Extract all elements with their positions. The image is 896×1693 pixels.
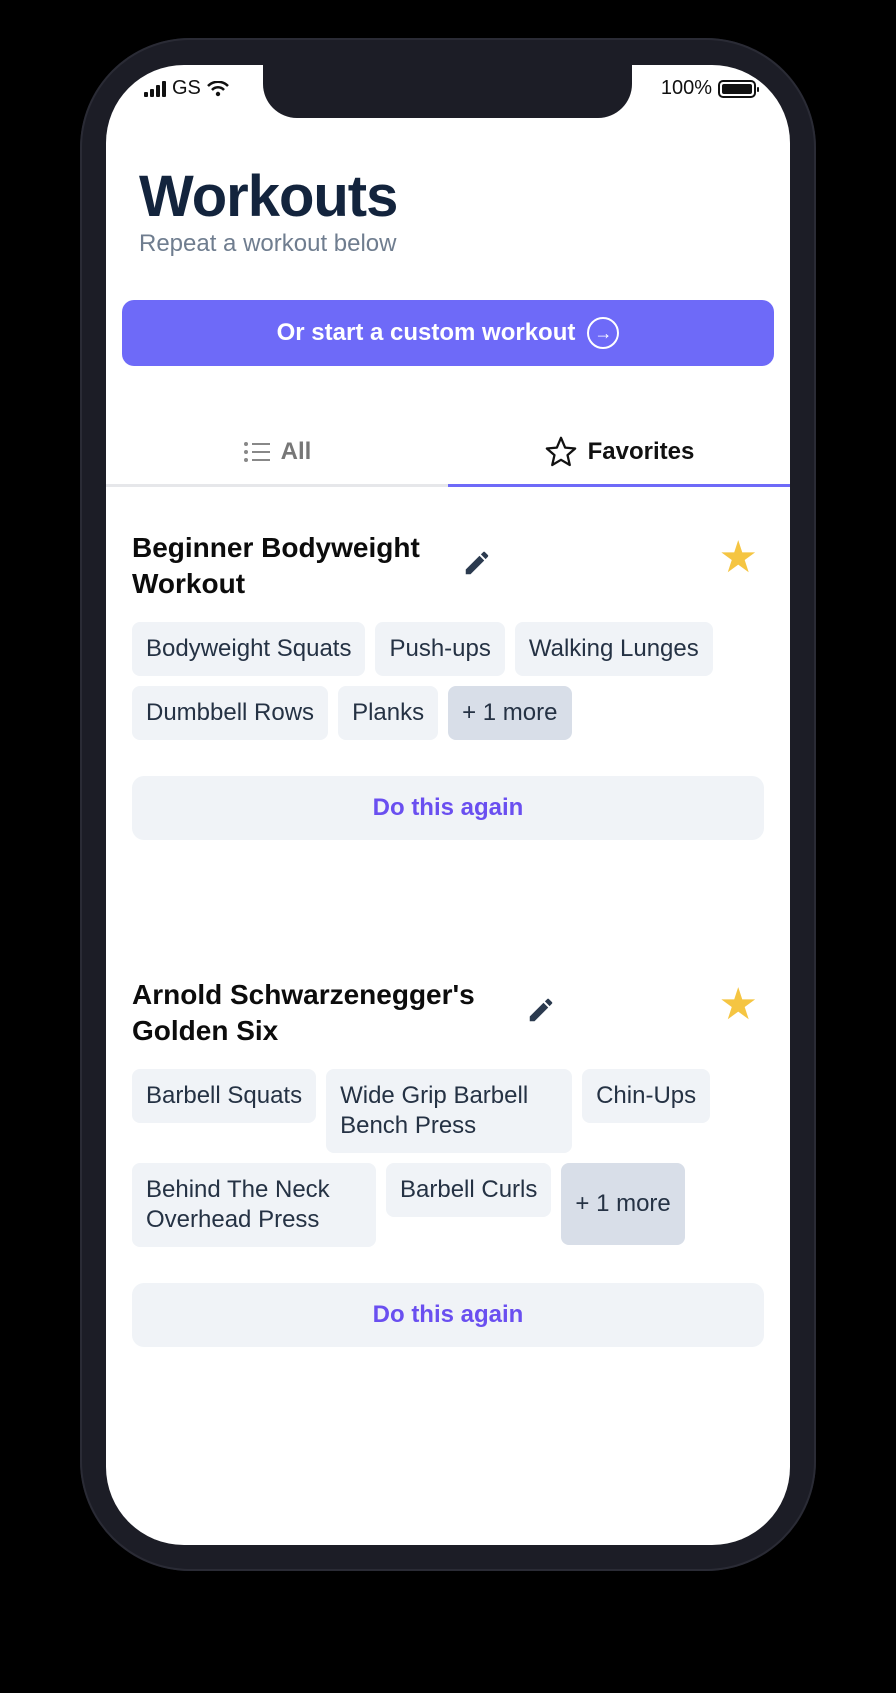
page-title: Workouts <box>139 164 398 229</box>
workout-card: Arnold Schwarzenegger's Golden Six ★ Bar… <box>132 977 768 1347</box>
exercise-chip: Barbell Curls <box>386 1163 552 1217</box>
pencil-edit-icon[interactable] <box>526 995 556 1025</box>
exercise-chip: Chin-Ups <box>582 1069 711 1123</box>
status-right: 100% <box>660 77 759 100</box>
start-custom-workout-button[interactable]: Or start a custom workout → <box>122 300 774 366</box>
battery-percent: 100% <box>660 77 712 99</box>
arrow-right-circle-icon: → <box>587 317 620 349</box>
tab-all-label: All <box>280 438 312 465</box>
tab-favorites-label: Favorites <box>587 438 695 465</box>
pencil-edit-icon[interactable] <box>462 548 492 578</box>
tab-all[interactable]: All <box>106 420 448 484</box>
phone-screen: GS 100% Workouts Repeat a workout below … <box>106 65 790 1545</box>
more-exercises-chip[interactable]: + 1 more <box>561 1163 685 1245</box>
tab-favorites[interactable]: Favorites <box>448 420 790 487</box>
battery-icon <box>718 79 759 98</box>
exercise-chip: Push-ups <box>375 622 505 676</box>
tab-bar: All Favorites <box>106 420 790 487</box>
exercise-chips: Bodyweight Squats Push-ups Walking Lunge… <box>132 622 752 740</box>
workout-title: Beginner Bodyweight Workout <box>132 532 420 599</box>
do-this-again-button[interactable]: Do this again <box>132 776 764 840</box>
do-this-again-button[interactable]: Do this again <box>132 1283 764 1347</box>
workout-title: Arnold Schwarzenegger's Golden Six <box>132 979 475 1046</box>
page-subtitle: Repeat a workout below <box>139 230 397 257</box>
workout-card: Beginner Bodyweight Workout ★ Bodyweight… <box>132 530 768 840</box>
exercise-chip: Wide Grip Barbell Bench Press <box>326 1069 573 1153</box>
list-icon <box>243 442 270 462</box>
exercise-chip: Walking Lunges <box>514 622 713 676</box>
exercise-chip: Planks <box>338 686 439 740</box>
wifi-icon <box>207 80 229 96</box>
favorite-star-icon[interactable]: ★ <box>719 983 758 1027</box>
favorite-star-icon[interactable]: ★ <box>719 536 758 580</box>
exercise-chip: Behind The Neck Overhead Press <box>132 1163 376 1247</box>
exercise-chip: Dumbbell Rows <box>132 686 329 740</box>
signal-icon <box>144 80 166 97</box>
exercise-chip: Bodyweight Squats <box>132 622 366 676</box>
carrier: GS <box>172 77 201 99</box>
exercise-chips: Barbell Squats Wide Grip Barbell Bench P… <box>132 1069 752 1247</box>
status-left: GS <box>144 77 229 100</box>
cta-label: Or start a custom workout <box>276 319 576 346</box>
star-outline-icon <box>545 436 576 467</box>
notch <box>263 65 632 118</box>
exercise-chip: Barbell Squats <box>132 1069 317 1123</box>
more-exercises-chip[interactable]: + 1 more <box>448 686 572 740</box>
